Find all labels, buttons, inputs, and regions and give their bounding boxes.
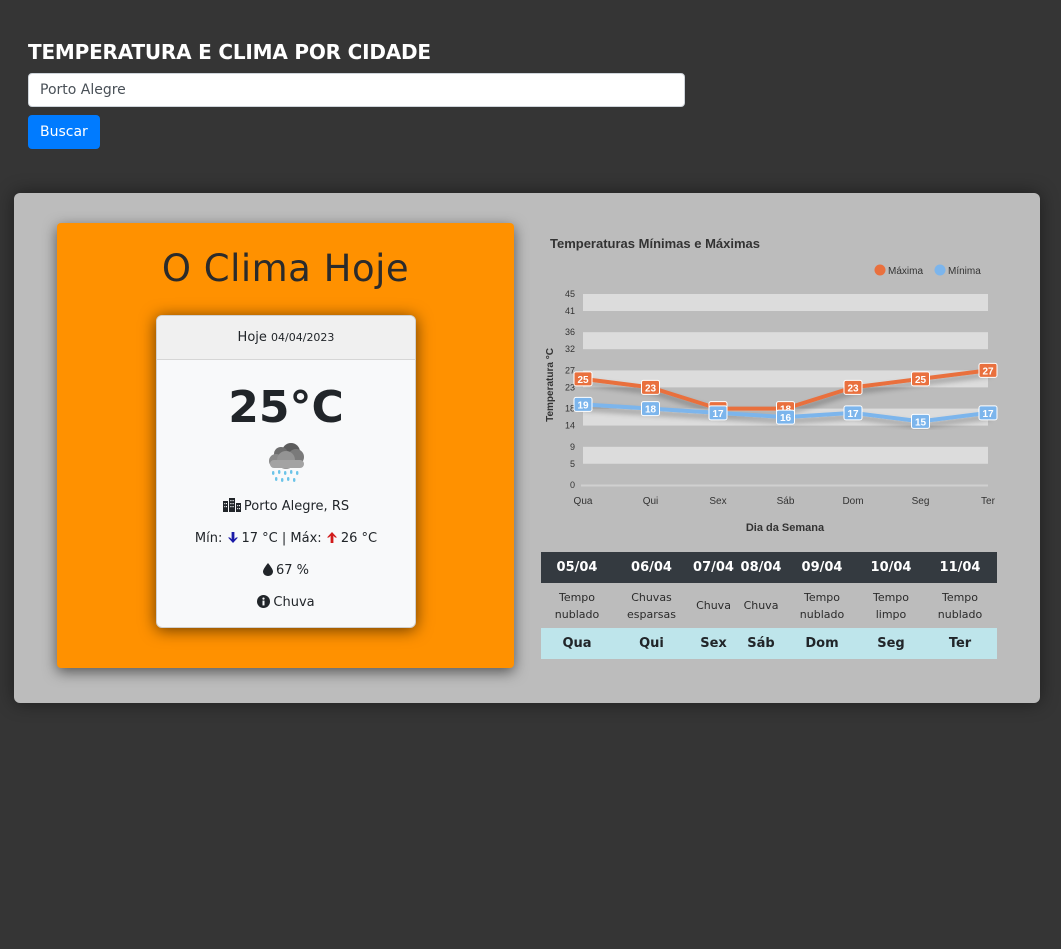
x-tick-label: Ter: [981, 496, 996, 507]
y-axis-title: Temperatura °C: [545, 348, 556, 422]
forecast-weekday: Sex: [690, 628, 737, 659]
x-tick-label: Dom: [842, 496, 863, 507]
forecast-weekday: Seg: [859, 628, 923, 659]
x-tick-label: Sex: [709, 496, 726, 507]
forecast-weekday: Sáb: [737, 628, 785, 659]
card-header: Hoje 04/04/2023: [157, 316, 415, 360]
data-label: 17: [712, 409, 724, 420]
weather-description: Chuva: [273, 595, 315, 610]
x-tick-label: Seg: [912, 496, 930, 507]
x-axis-title: Dia da Semana: [746, 522, 825, 534]
info-icon: [257, 595, 271, 608]
forecast-weekday: Dom: [785, 628, 859, 659]
plot-band: [583, 294, 988, 311]
forecast-date: 06/04: [613, 552, 690, 583]
forecast-description: Chuva: [696, 599, 731, 612]
forecast-descriptions-row: Tempo nublado Chuvas esparsas Chuva Chuva Te…: [541, 583, 997, 628]
x-tick-label: Qui: [643, 496, 659, 507]
weather-panel: O Clima Hoje Hoje 04/04/2023 25°C Porto …: [14, 193, 1040, 703]
page-header: TEMPERATURA E CLIMA POR CIDADE Buscar: [28, 40, 685, 149]
city-search-input[interactable]: [28, 73, 685, 107]
data-label: 27: [982, 366, 994, 377]
today-label: Hoje: [237, 330, 267, 345]
water-drop-icon: [262, 563, 273, 576]
description-line: Chuva: [157, 591, 415, 615]
forecast-weekday: Ter: [923, 628, 997, 659]
chart-title: Temperaturas Mínimas e Máximas: [550, 236, 760, 251]
forecast-weekdays-row: Qua Qui Sex Sáb Dom Seg Ter: [541, 628, 997, 659]
y-tick-label: 36: [565, 327, 575, 337]
y-tick-label: 41: [565, 306, 575, 316]
forecast-description: Chuva: [743, 599, 779, 612]
forecast-date: 11/04: [923, 552, 997, 583]
y-tick-label: 5: [570, 459, 575, 469]
data-label: 19: [577, 400, 589, 411]
location-text: Porto Alegre, RS: [243, 499, 350, 514]
today-weather-card: Hoje 04/04/2023 25°C Porto Alegre, RS Mí…: [156, 315, 416, 628]
rain-cloud-icon: [269, 443, 304, 482]
y-tick-label: 14: [565, 421, 575, 431]
data-label: 18: [645, 405, 657, 416]
plot-band: [583, 446, 988, 464]
forecast-description: Tempo nublado: [799, 590, 845, 621]
location-line: Porto Alegre, RS: [157, 495, 415, 519]
search-button[interactable]: Buscar: [28, 115, 100, 149]
min-label: Mín:: [194, 531, 223, 546]
forecast-date: 05/04: [541, 552, 613, 583]
humidity-line: 67 %: [157, 559, 415, 583]
max-value: 26 °C: [340, 531, 378, 546]
x-tick-label: Qua: [574, 496, 593, 507]
legend-marker: [874, 264, 886, 276]
forecast-date: 09/04: [785, 552, 859, 583]
legend-label: Mínima: [948, 266, 981, 277]
city-icon: [222, 498, 241, 512]
y-tick-label: 18: [565, 404, 575, 414]
current-temperature: 25°C: [228, 382, 344, 433]
y-tick-label: 27: [565, 365, 575, 375]
today-date: 04/04/2023: [271, 331, 335, 344]
temperature-chart-svg: 0 5 9 14 18 23 27 32 36 41 45 Qua Qui Sex Sáb Dom Seg Ter…: [545, 236, 998, 534]
forecast-description: Chuvas esparsas: [627, 590, 676, 621]
arrow-up-icon: [326, 532, 337, 543]
forecast-description: Tempo nublado: [937, 590, 983, 621]
data-label: 25: [577, 375, 589, 386]
data-label: 25: [915, 375, 927, 386]
forecast-weekday: Qua: [541, 628, 613, 659]
forecast-date: 10/04: [859, 552, 923, 583]
forecast-date: 08/04: [737, 552, 785, 583]
data-label: 17: [847, 409, 859, 420]
y-tick-label: 9: [570, 442, 575, 452]
plot-band: [583, 332, 988, 350]
max-label: Máx:: [290, 531, 322, 546]
forecast-weekday: Qui: [613, 628, 690, 659]
forecast-dates-row: 05/04 06/04 07/04 08/04 09/04 10/04 11/04: [541, 552, 997, 583]
forecast-description: Tempo nublado: [554, 590, 600, 621]
legend-marker: [934, 264, 946, 276]
data-label: 17: [982, 409, 994, 420]
forecast-description: Tempo limpo: [872, 590, 910, 621]
arrow-down-icon: [227, 532, 238, 543]
data-label: 23: [847, 383, 859, 394]
data-label: 23: [645, 383, 657, 394]
min-max-line: Mín: 17 °C | Máx: 26 °C: [157, 527, 415, 551]
today-heading: O Clima Hoje: [161, 247, 410, 290]
forecast-table: 05/04 06/04 07/04 08/04 09/04 10/04 11/04 Temp…: [541, 552, 997, 659]
temperature-chart: 0 5 9 14 18 23 27 32 36 41 45 Qua Qui Sex Sáb Dom Seg Ter…: [541, 231, 1006, 541]
x-tick-label: Sáb: [777, 496, 795, 507]
data-label: 15: [915, 417, 927, 428]
y-tick-label: 0: [570, 480, 575, 490]
y-tick-label: 23: [565, 382, 575, 392]
card-body: 25°C Porto Alegre, RS Mín: 17 °C | Máx: …: [157, 382, 415, 615]
legend-label: Máxima: [888, 266, 923, 277]
min-value: 17 °C |: [241, 531, 287, 546]
y-tick-label: 45: [565, 289, 575, 299]
humidity-value: 67 %: [275, 563, 310, 578]
y-tick-label: 32: [565, 344, 575, 354]
data-label: 16: [780, 413, 792, 424]
forecast-date: 07/04: [690, 552, 737, 583]
page-title: TEMPERATURA E CLIMA POR CIDADE: [28, 40, 431, 64]
today-panel: O Clima Hoje Hoje 04/04/2023 25°C Porto …: [57, 223, 514, 668]
